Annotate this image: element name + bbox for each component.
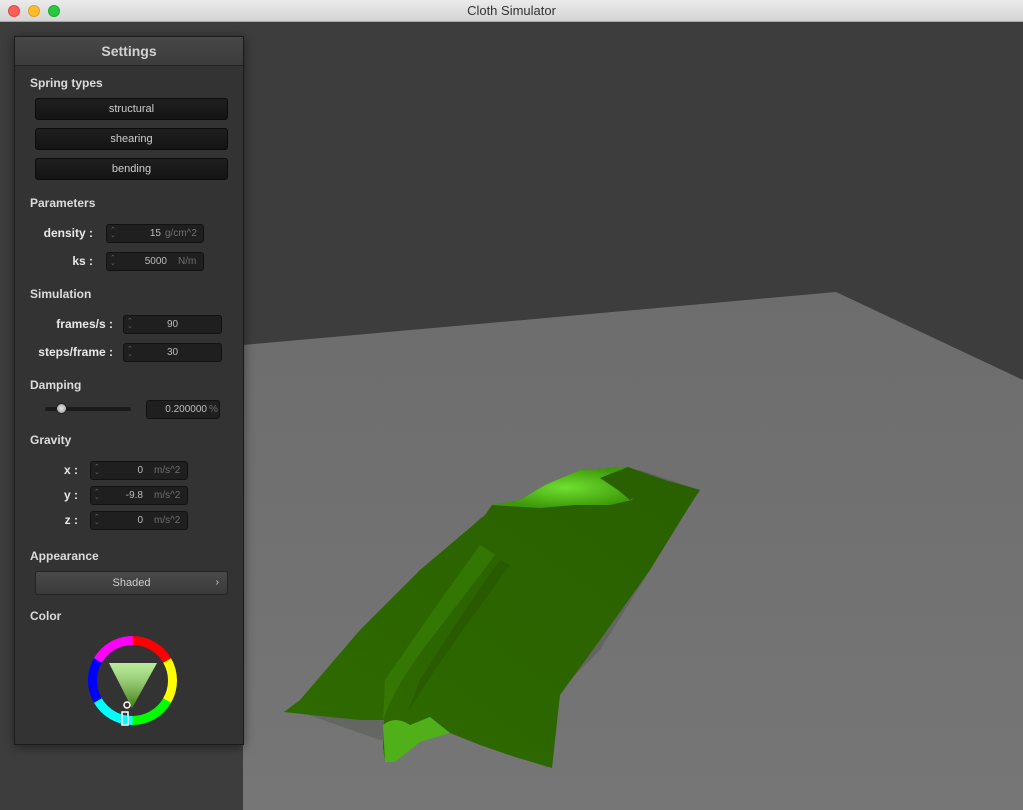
gravity-x-label: x : [63, 463, 78, 477]
gravity-z-label: z : [64, 513, 78, 527]
gravity-x-value: 0 [137, 465, 143, 476]
settings-panel-header[interactable]: Settings [15, 37, 243, 66]
damping-slider-handle[interactable] [56, 403, 67, 414]
bending-toggle-button[interactable]: bending [35, 158, 228, 180]
window-title: Cloth Simulator [467, 3, 556, 18]
color-wheel[interactable] [85, 633, 180, 728]
gravity-x-stepper-icon[interactable]: ⌃ ⌄ [94, 464, 100, 476]
shearing-toggle-button[interactable]: shearing [35, 128, 228, 150]
ks-value: 5000 [144, 256, 167, 267]
density-field[interactable]: ⌃ ⌄ 15 g/cm^2 [106, 224, 204, 243]
title-bar: Cloth Simulator [0, 0, 1023, 22]
ks-label: ks : [72, 254, 93, 268]
frames-per-second-value: 90 [166, 319, 179, 330]
gravity-z-unit: m/s^2 [154, 515, 181, 526]
steps-per-frame-value: 30 [166, 347, 179, 358]
ks-field[interactable]: ⌃ ⌄ 5000 N/m [106, 252, 204, 271]
gravity-x-field[interactable]: ⌃ ⌄ 0 m/s^2 [90, 461, 188, 480]
ks-unit: N/m [178, 256, 197, 267]
frames-stepper-icon[interactable]: ⌃ ⌄ [127, 318, 133, 330]
appearance-value: Shaded [112, 577, 151, 589]
damping-value: 0.200000 [165, 404, 207, 415]
steps-stepper-icon[interactable]: ⌃ ⌄ [127, 346, 133, 358]
simulation-heading: Simulation [30, 287, 92, 301]
structural-toggle-button[interactable]: structural [35, 98, 228, 120]
appearance-dropdown[interactable]: Shaded › [35, 571, 228, 595]
settings-title: Settings [101, 43, 157, 59]
gravity-y-field[interactable]: ⌃ ⌄ -9.8 m/s^2 [90, 486, 188, 505]
color-heading: Color [30, 609, 62, 623]
damping-heading: Damping [30, 378, 82, 392]
damping-field[interactable]: 0.200000 % [146, 400, 220, 419]
gravity-x-unit: m/s^2 [154, 465, 181, 476]
gravity-y-label: y : [63, 488, 78, 502]
saturation-triangle-shade [109, 663, 157, 708]
settings-panel: Settings Spring types structural shearin… [14, 36, 244, 745]
gravity-heading: Gravity [30, 433, 72, 447]
frames-per-second-field[interactable]: ⌃ ⌄ 90 [123, 315, 222, 334]
steps-per-frame-field[interactable]: ⌃ ⌄ 30 [123, 343, 222, 362]
gravity-z-stepper-icon[interactable]: ⌃ ⌄ [94, 514, 100, 526]
spring-types-heading: Spring types [30, 76, 103, 90]
color-picker-handle [123, 701, 131, 709]
ks-stepper-icon[interactable]: ⌃ ⌄ [110, 255, 116, 267]
appearance-heading: Appearance [30, 549, 99, 563]
density-value: 15 [149, 228, 161, 239]
parameters-heading: Parameters [30, 196, 96, 210]
frames-per-second-label: frames/s : [56, 317, 113, 331]
damping-unit: % [209, 404, 218, 415]
density-unit: g/cm^2 [165, 228, 197, 239]
gravity-z-field[interactable]: ⌃ ⌄ 0 m/s^2 [90, 511, 188, 530]
chevron-right-icon: › [215, 577, 219, 588]
gravity-z-value: 0 [137, 515, 143, 526]
density-stepper-icon[interactable]: ⌃ ⌄ [110, 227, 116, 239]
gravity-y-stepper-icon[interactable]: ⌃ ⌄ [94, 489, 100, 501]
gravity-y-value: -9.8 [125, 490, 143, 501]
density-label: density : [43, 226, 93, 240]
gravity-y-unit: m/s^2 [154, 490, 181, 501]
steps-per-frame-label: steps/frame : [38, 345, 113, 359]
